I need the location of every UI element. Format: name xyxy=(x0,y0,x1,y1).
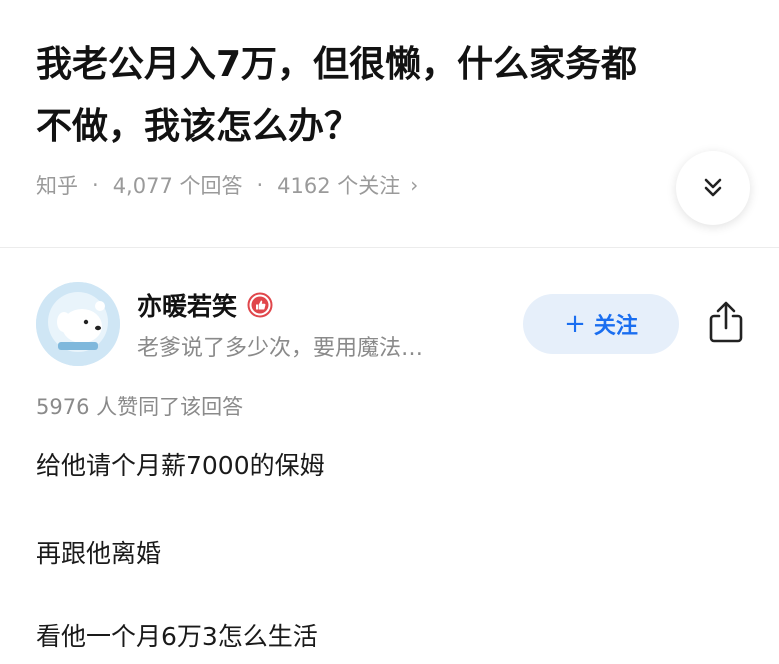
section-divider xyxy=(0,247,779,248)
plus-icon: + xyxy=(564,309,586,339)
share-icon xyxy=(709,301,743,343)
question-title[interactable]: 我老公月入7万，但很懒，什么家务都 不做，我该怎么办？ xyxy=(36,34,756,158)
answer-line: 看他一个月6万3怎么生活 xyxy=(36,622,318,651)
dog-avatar-icon xyxy=(36,282,120,366)
meta-separator: · xyxy=(256,173,264,197)
author-avatar[interactable] xyxy=(36,282,120,366)
vote-count-text: 5976 人赞同了该回答 xyxy=(36,395,244,419)
expand-question-button[interactable] xyxy=(676,151,750,225)
question-title-line-2: 不做，我该怎么办？ xyxy=(36,106,361,147)
answer-line: 给他请个月薪7000的保姆 xyxy=(36,451,325,480)
answer-line: 再跟他离婚 xyxy=(36,539,162,568)
chevron-right-icon: › xyxy=(410,173,419,197)
question-meta[interactable]: 知乎 · 4,077 个回答 · 4162 个关注 › xyxy=(36,170,418,200)
question-title-line-1: 我老公月入7万，但很懒，什么家务都 xyxy=(36,44,638,85)
author-name-text: 亦暖若笑 xyxy=(137,292,238,321)
thumbs-up-badge-icon xyxy=(247,292,273,318)
source-label: 知乎 xyxy=(36,174,78,198)
follow-button[interactable]: + 关注 xyxy=(523,294,679,354)
share-button[interactable] xyxy=(704,298,748,346)
author-name[interactable]: 亦暖若笑 xyxy=(137,287,273,323)
followers-count: 4162 个关注 xyxy=(277,174,401,198)
author-bio: 老爹说了多少次，要用魔法… xyxy=(137,336,424,361)
answers-count: 4,077 个回答 xyxy=(112,174,243,198)
follow-label: 关注 xyxy=(593,314,638,339)
chevron-double-down-icon xyxy=(704,178,722,197)
meta-separator: · xyxy=(92,173,99,197)
